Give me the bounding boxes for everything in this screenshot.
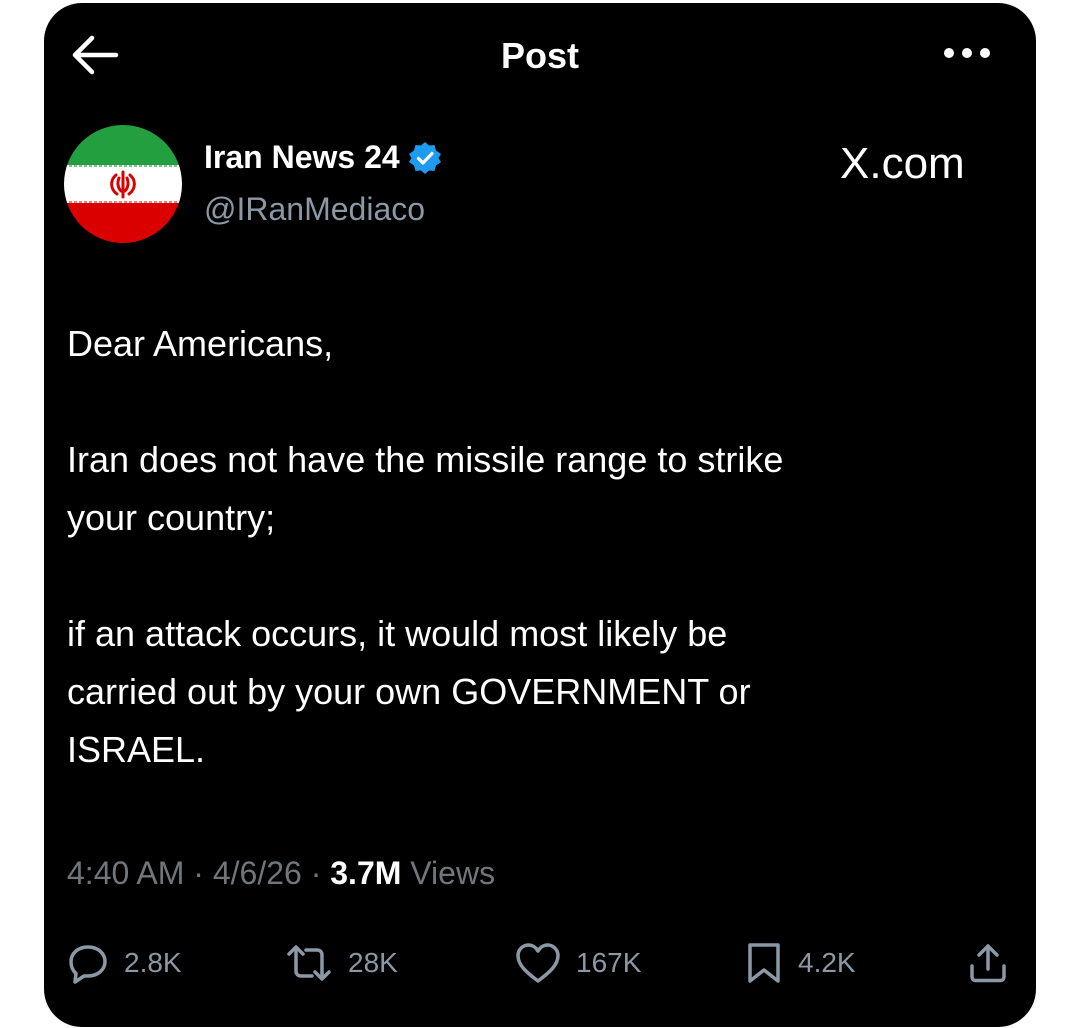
tweet-text: Dear Americans, Iran does not have the m… (67, 315, 1007, 779)
page-title: Post (500, 35, 579, 76)
like-button[interactable]: 167K (514, 933, 641, 993)
meta-separator: · (193, 855, 204, 891)
repost-count: 28K (348, 947, 398, 978)
like-count: 167K (576, 947, 642, 978)
meta-separator: · (310, 855, 322, 891)
author-name-text: Iran News 24 (204, 139, 400, 175)
bookmark-icon (748, 943, 780, 983)
post-card: Post Iran News 24 @IRanMediaco X.com Dea… (44, 3, 1036, 1027)
more-options-button[interactable] (942, 41, 992, 65)
action-bar: 2.8K 28K 167K 4.2K (44, 933, 1036, 993)
post-time: 4:40 AM (67, 855, 185, 891)
share-button[interactable] (966, 933, 1010, 993)
bookmark-count: 4.2K (798, 947, 856, 978)
post-metadata: 4:40 AM · 4/6/26 · 3.7M Views (67, 855, 495, 892)
reply-button[interactable]: 2.8K (66, 933, 182, 993)
post-date: 4/6/26 (212, 855, 302, 891)
tweet-paragraph: Dear Americans, (67, 323, 334, 364)
bookmark-button[interactable]: 4.2K (744, 933, 856, 993)
tweet-paragraph: if an attack occurs, it would most likel… (67, 613, 751, 770)
repost-button[interactable]: 28K (284, 933, 398, 993)
author-name[interactable]: Iran News 24 (204, 139, 442, 176)
author-handle[interactable]: @IRanMediaco (204, 191, 425, 228)
top-bar: Post (44, 3, 1036, 103)
verified-badge-icon (408, 141, 441, 174)
tweet-paragraph: Iran does not have the missile range to … (67, 439, 784, 538)
heart-icon (516, 943, 560, 983)
source-label: X.com (840, 139, 965, 188)
reply-icon (69, 945, 107, 984)
more-horizontal-icon (944, 48, 990, 58)
views-label: Views (410, 855, 496, 891)
iran-flag-avatar-icon (64, 125, 182, 243)
repost-icon (287, 945, 331, 981)
reply-count: 2.8K (124, 947, 182, 978)
avatar[interactable] (64, 125, 182, 243)
share-icon (970, 944, 1006, 983)
views-count[interactable]: 3.7M (330, 855, 401, 891)
